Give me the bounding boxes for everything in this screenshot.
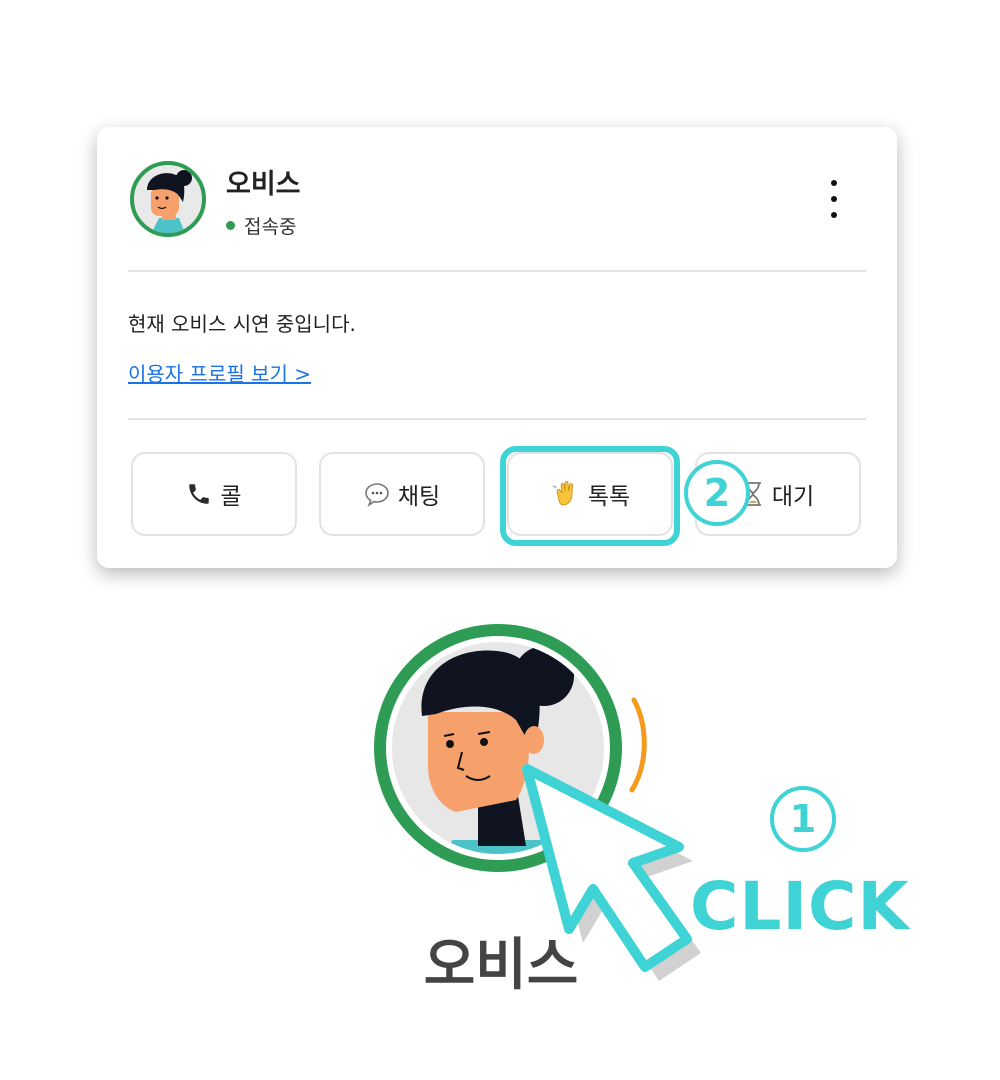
- chat-bubble-icon: [364, 481, 390, 507]
- status-message: 현재 오비스 시연 중입니다.: [128, 312, 356, 336]
- avatar[interactable]: [129, 160, 207, 238]
- phone-icon: [186, 481, 212, 507]
- step-1-marker: 1: [770, 786, 836, 852]
- chat-button[interactable]: 채팅: [319, 452, 485, 536]
- click-label: CLICK: [690, 868, 910, 945]
- waving-hand-icon: [550, 479, 580, 509]
- profile-name: 오비스: [226, 169, 301, 200]
- view-profile-link[interactable]: 이용자 프로필 보기 >: [128, 358, 311, 387]
- step-2-marker: 2: [684, 460, 750, 526]
- divider: [128, 270, 866, 272]
- presence-status-text: 접속중: [244, 216, 297, 238]
- presence-status: 접속중: [226, 212, 296, 239]
- call-label: 콜: [220, 484, 242, 510]
- online-dot-icon: [226, 221, 235, 230]
- toktok-label: 톡톡: [587, 484, 631, 510]
- toktok-button[interactable]: 톡톡: [507, 452, 673, 536]
- chat-label: 채팅: [397, 484, 441, 510]
- divider: [128, 418, 866, 420]
- more-options-icon[interactable]: [822, 180, 846, 218]
- call-button[interactable]: 콜: [131, 452, 297, 536]
- wait-label: 대기: [771, 484, 815, 510]
- mouse-cursor-icon: [505, 745, 720, 1005]
